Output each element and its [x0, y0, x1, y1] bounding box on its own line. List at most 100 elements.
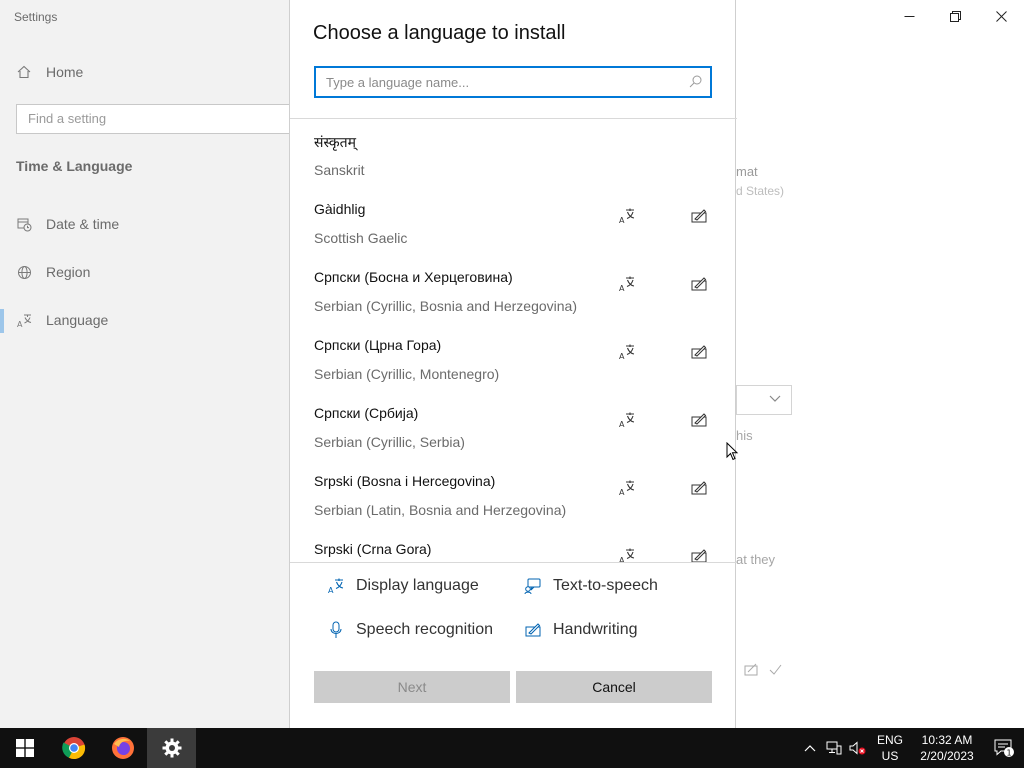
network-icon[interactable] [822, 728, 846, 768]
language-english-name: Sanskrit [314, 162, 365, 178]
clock[interactable]: 10:32 AM 2/20/2023 [910, 732, 984, 764]
svg-text:A: A [619, 352, 625, 360]
handwriting-icon [688, 205, 710, 227]
cancel-button[interactable]: Cancel [516, 671, 712, 703]
maximize-button[interactable] [932, 0, 978, 32]
handwriting-icon [688, 477, 710, 499]
sidebar-item-home[interactable]: Home [16, 64, 83, 80]
legend-text-to-speech: Text-to-speech [523, 576, 658, 596]
handwriting-check-icon [744, 663, 782, 676]
language-native-name: Gàidhlig [314, 201, 366, 217]
handwriting-icon [688, 341, 710, 363]
start-button[interactable] [0, 728, 49, 768]
list-item[interactable]: Gàidhlig Scottish Gaelic A [290, 187, 737, 255]
minimize-button[interactable] [886, 0, 932, 32]
svg-text:A: A [619, 420, 625, 428]
language-native-name: Srpski (Crna Gora) [314, 541, 432, 557]
close-icon [995, 10, 1007, 22]
display-language-icon: A [616, 341, 638, 363]
clock-time: 10:32 AM [921, 733, 973, 747]
app-title: Settings [14, 10, 58, 24]
close-button[interactable] [978, 0, 1024, 32]
clock-date: 2/20/2023 [920, 749, 974, 763]
taskbar-settings[interactable] [147, 728, 196, 768]
input-language-indicator[interactable]: ENG US [870, 732, 910, 764]
sidebar: Settings Home Find a setting Time & Lang… [0, 0, 296, 728]
legend-handwriting: Handwriting [523, 620, 637, 640]
input-language-region: US [881, 749, 899, 763]
choose-language-dialog: Choose a language to install संस्कृतम् S… [289, 0, 737, 728]
restore-icon [949, 10, 961, 22]
legend-label: Handwriting [553, 621, 638, 638]
chrome-icon [61, 737, 85, 760]
svg-text:A: A [619, 284, 625, 292]
text-to-speech-icon [523, 576, 543, 596]
handwriting-icon [523, 620, 543, 640]
sidebar-item-label: Date & time [46, 216, 120, 232]
language-english-name: Serbian (Cyrillic, Serbia) [314, 434, 465, 450]
display-language-icon: A [616, 273, 638, 295]
language-native-name: Srpski (Bosna i Hercegovina) [314, 473, 496, 489]
language-english-name: Serbian (Latin, Bosnia and Herzegovina) [314, 502, 567, 518]
svg-text:A: A [619, 216, 625, 224]
section-title: Time & Language [16, 158, 133, 174]
legend-label: Display language [356, 577, 479, 594]
handwriting-icon [688, 409, 710, 431]
language-list[interactable]: संस्कृतम् Sanskrit Gàidhlig Scottish Gae… [290, 119, 737, 562]
language-native-name: Српски (Црна Гора) [314, 337, 442, 353]
background-dropdown[interactable] [736, 385, 792, 415]
taskbar-firefox[interactable] [98, 728, 147, 768]
find-setting-placeholder: Find a setting [28, 111, 107, 126]
background-region-value: d States) [736, 184, 785, 198]
list-item[interactable]: Српски (Босна и Херцеговина) Serbian (Cy… [290, 255, 737, 323]
handwriting-icon [688, 545, 710, 562]
background-feature-icons [744, 662, 784, 683]
microphone-icon [326, 620, 346, 640]
firefox-icon [111, 737, 134, 759]
list-divider [290, 562, 737, 563]
list-item[interactable]: Српски (Црна Гора) Serbian (Cyrillic, Mo… [290, 323, 737, 391]
language-icon: A [16, 312, 32, 328]
list-item[interactable]: संस्कृतम् Sanskrit [290, 119, 737, 187]
svg-text:A: A [619, 488, 625, 496]
find-setting-input[interactable]: Find a setting [16, 104, 296, 134]
svg-text:A: A [328, 586, 334, 594]
background-format-text: mat [736, 164, 758, 179]
list-item[interactable]: Srpski (Crna Gora) A [290, 527, 737, 562]
language-search-box[interactable] [314, 66, 712, 98]
system-tray: ENG US 10:32 AM 2/20/2023 1 [798, 728, 1024, 768]
active-indicator [0, 309, 4, 333]
input-language-code: ENG [876, 733, 903, 747]
taskbar-chrome[interactable] [49, 728, 98, 768]
display-language-icon: A [616, 545, 638, 562]
mouse-cursor-icon [726, 442, 739, 461]
language-search-input[interactable] [316, 68, 676, 96]
language-english-name: Serbian (Cyrillic, Montenegro) [314, 366, 500, 382]
next-button[interactable]: Next [314, 671, 510, 703]
legend-label: Text-to-speech [553, 577, 658, 594]
svg-text:A: A [17, 320, 23, 328]
display-language-icon: A [326, 576, 346, 596]
background-they-text: at they [736, 552, 776, 567]
chevron-up-icon [804, 745, 816, 752]
legend-label: Speech recognition [356, 621, 493, 638]
display-language-icon: A [616, 477, 638, 499]
display-language-icon: A [616, 409, 638, 431]
minimize-icon [904, 15, 914, 17]
sidebar-item-region[interactable]: Region [16, 264, 90, 280]
handwriting-icon [688, 273, 710, 295]
taskbar: ENG US 10:32 AM 2/20/2023 1 [0, 728, 1024, 768]
legend-display-language: A Display language [326, 576, 479, 596]
show-hidden-icons-button[interactable] [798, 728, 822, 768]
search-icon[interactable] [689, 75, 702, 91]
chevron-down-icon [769, 395, 781, 402]
list-item[interactable]: Српски (Србија) Serbian (Cyrillic, Serbi… [290, 391, 737, 459]
sidebar-item-date-time[interactable]: Date & time [16, 216, 119, 232]
volume-muted-icon[interactable] [846, 728, 870, 768]
dialog-title: Choose a language to install [313, 22, 566, 44]
language-native-name: Српски (Србија) [314, 405, 419, 421]
sidebar-item-language[interactable]: A Language [16, 312, 109, 328]
background-this-text: his [736, 428, 753, 443]
list-item[interactable]: Srpski (Bosna i Hercegovina) Serbian (La… [290, 459, 737, 527]
action-center-button[interactable]: 1 [984, 728, 1024, 768]
